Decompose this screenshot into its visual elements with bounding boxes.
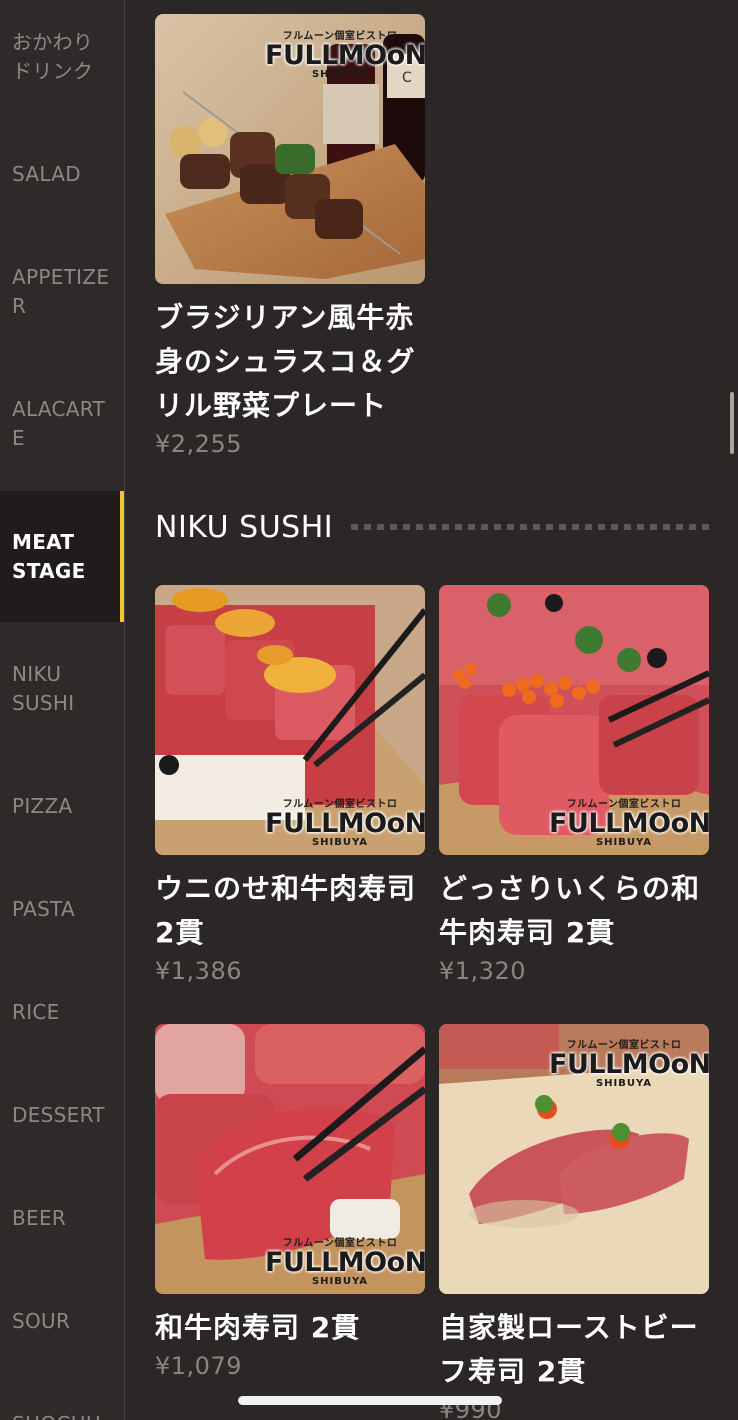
scrollbar[interactable] xyxy=(730,392,734,454)
sidebar-item-label: ALACART E xyxy=(12,396,106,450)
sidebar-item-label: APPETIZE R xyxy=(12,264,110,318)
sidebar-item-label: おかわり ドリンク xyxy=(12,29,94,83)
sidebar-item-label: SHOCHU xyxy=(12,1410,101,1420)
sidebar-item-shochu[interactable]: SHOCHU xyxy=(0,1373,124,1420)
menu-item-photo: C フルムーン個室ビストロ FULLMOoN SHIBUYA xyxy=(155,14,425,284)
sidebar-item-label: RICE xyxy=(12,1000,60,1024)
menu-item-card[interactable]: C フルムーン個室ビストロ FULLMOoN SHIBUYA ブラジリアン風牛赤… xyxy=(155,14,425,460)
fullmoon-logo: フルムーン個室ビストロ FULLMOoN SHIBUYA xyxy=(265,27,425,80)
menu-item-price: ¥1,079 xyxy=(155,1352,242,1380)
fullmoon-logo: フルムーン個室ビストロ FULLMOoN SHIBUYA xyxy=(265,1234,425,1287)
logo-name: FULLMOoN xyxy=(265,1247,425,1278)
logo-name: FULLMOoN xyxy=(265,808,425,839)
section-divider xyxy=(351,524,710,530)
logo-name: FULLMOoN xyxy=(265,40,425,71)
menu-item-name: ウニのせ和牛肉寿司 2貫 xyxy=(155,872,417,949)
fullmoon-logo: フルムーン個室ビストロ FULLMOoN SHIBUYA xyxy=(549,795,709,848)
sidebar-item-label: PASTA xyxy=(12,897,76,921)
menu-content: C フルムーン個室ビストロ FULLMOoN SHIBUYA ブラジリアン風牛赤… xyxy=(125,0,738,1420)
sidebar-item-label: SALAD xyxy=(12,162,81,186)
menu-item-card[interactable]: フルムーン個室ビストロ FULLMOoN SHIBUYA 自家製ローストビーフ寿… xyxy=(439,1024,709,1420)
sidebar-item-sour[interactable]: SOUR xyxy=(0,1270,124,1373)
menu-item-card[interactable]: フルムーン個室ビストロ FULLMOoN SHIBUYA ウニのせ和牛肉寿司 2… xyxy=(155,585,425,987)
menu-item-price: ¥2,255 xyxy=(155,430,242,458)
menu-item-photo: フルムーン個室ビストロ FULLMOoN SHIBUYA xyxy=(155,1024,425,1294)
sidebar-item-appetizer[interactable]: APPETIZE R xyxy=(0,240,124,343)
sidebar-item-rice[interactable]: RICE xyxy=(0,961,124,1064)
section-header-niku-sushi: NIKU SUSHI xyxy=(155,505,710,549)
menu-item-name: 和牛肉寿司 2貫 xyxy=(155,1311,361,1344)
sidebar-item-pasta[interactable]: PASTA xyxy=(0,858,124,961)
sidebar-item-pizza[interactable]: PIZZA xyxy=(0,755,124,858)
sidebar-item-label: PIZZA xyxy=(12,794,73,818)
sidebar-item-label: BEER xyxy=(12,1206,67,1230)
sidebar-item-meat-stage[interactable]: MEAT STAGE xyxy=(0,491,124,622)
sidebar-item-label: MEAT STAGE xyxy=(12,529,86,583)
logo-name: FULLMOoN xyxy=(549,808,709,839)
menu-item-photo: フルムーン個室ビストロ FULLMOoN SHIBUYA xyxy=(155,585,425,855)
menu-item-photo: フルムーン個室ビストロ FULLMOoN SHIBUYA xyxy=(439,1024,709,1294)
fullmoon-logo: フルムーン個室ビストロ FULLMOoN SHIBUYA xyxy=(265,795,425,848)
sidebar-item-salad[interactable]: SALAD xyxy=(0,123,124,226)
menu-item-name: 自家製ローストビーフ寿司 2貫 xyxy=(439,1311,699,1388)
logo-name: FULLMOoN xyxy=(549,1049,709,1080)
sidebar-item-beer[interactable]: BEER xyxy=(0,1167,124,1270)
fullmoon-logo: フルムーン個室ビストロ FULLMOoN SHIBUYA xyxy=(549,1036,709,1089)
sidebar-item-label: DESSERT xyxy=(12,1103,105,1127)
menu-item-card[interactable]: フルムーン個室ビストロ FULLMOoN SHIBUYA 和牛肉寿司 2貫 ¥1… xyxy=(155,1024,425,1382)
sidebar-item-dessert[interactable]: DESSERT xyxy=(0,1064,124,1167)
sidebar-item-niku-sushi[interactable]: NIKU SUSHI xyxy=(0,637,124,740)
sidebar-item-okawari-drink[interactable]: おかわり ドリンク xyxy=(0,5,124,108)
sidebar-item-label: NIKU SUSHI xyxy=(12,661,75,715)
section-title: NIKU SUSHI xyxy=(155,509,334,545)
category-sidebar: おかわり ドリンク SALAD APPETIZE R ALACART E MEA… xyxy=(0,0,125,1420)
home-indicator[interactable] xyxy=(238,1396,502,1405)
menu-item-photo: フルムーン個室ビストロ FULLMOoN SHIBUYA xyxy=(439,585,709,855)
menu-item-price: ¥1,320 xyxy=(439,957,526,985)
menu-item-name: ブラジリアン風牛赤身のシュラスコ＆グリル野菜プレート xyxy=(155,301,416,422)
menu-item-name: どっさりいくらの和牛肉寿司 2貫 xyxy=(439,872,701,949)
menu-item-price: ¥1,386 xyxy=(155,957,242,985)
menu-item-card[interactable]: フルムーン個室ビストロ FULLMOoN SHIBUYA どっさりいくらの和牛肉… xyxy=(439,585,709,987)
sidebar-item-label: SOUR xyxy=(12,1309,71,1333)
sidebar-item-alacarte[interactable]: ALACART E xyxy=(0,372,124,475)
